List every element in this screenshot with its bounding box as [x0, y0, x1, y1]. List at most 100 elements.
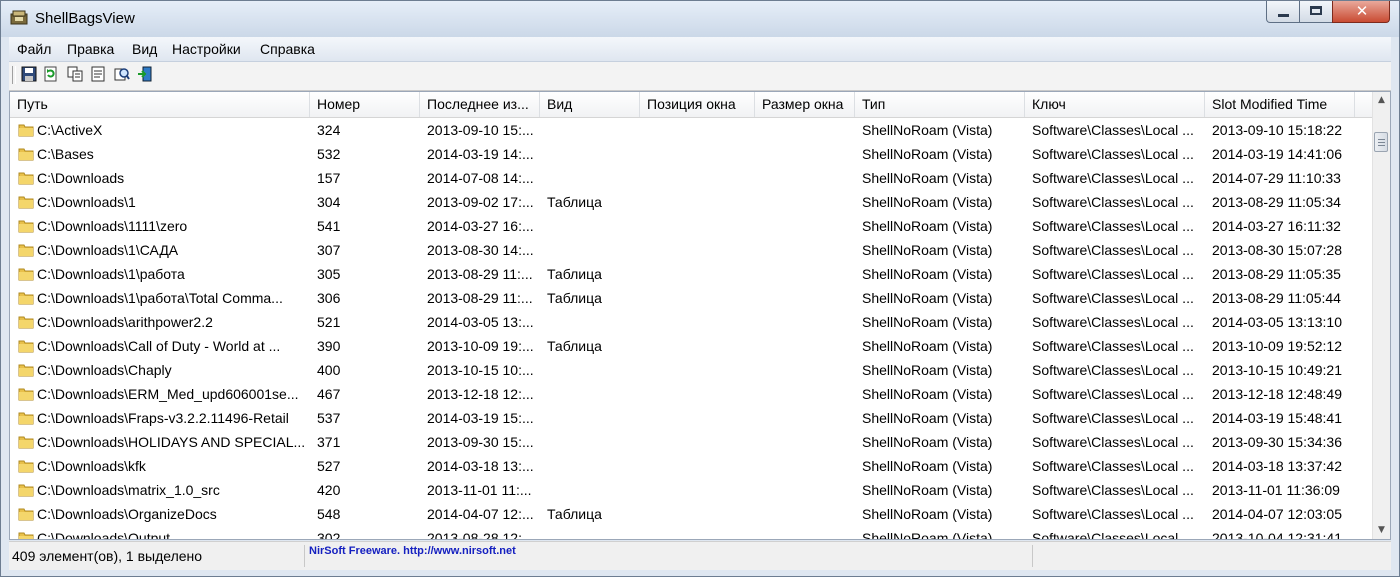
- cell-view: [547, 406, 637, 430]
- scroll-down-icon[interactable]: ▼: [1373, 522, 1390, 539]
- cell-last-modified: 2013-08-29 11:...: [427, 290, 533, 306]
- scroll-thumb[interactable]: [1374, 132, 1388, 152]
- cell-window-size: [762, 526, 852, 539]
- cell-window-position: [647, 214, 752, 238]
- cell-last-modified: 2013-09-30 15:...: [427, 434, 534, 450]
- cell-number: 537: [317, 410, 341, 426]
- window-title: ShellBagsView: [35, 10, 135, 27]
- cell-number: 400: [317, 362, 341, 378]
- title-bar[interactable]: ShellBagsView ✕: [1, 1, 1399, 37]
- save-icon[interactable]: [21, 66, 37, 82]
- column-window-position[interactable]: Позиция окна: [640, 92, 755, 117]
- cell-view: Таблица: [547, 338, 602, 354]
- table-row[interactable]: C:\Downloads\Output 302 2013-08-28 12:... S…: [10, 526, 1375, 539]
- vertical-scrollbar[interactable]: ▲ ▼: [1372, 92, 1390, 539]
- cell-window-position: [647, 166, 752, 190]
- table-row[interactable]: C:\Downloads\kfk 527 2014-03-18 13:... Shel…: [10, 454, 1375, 478]
- cell-number: 467: [317, 386, 341, 402]
- table-row[interactable]: C:\Downloads\Chaply 400 2013-10-15 10:... S…: [10, 358, 1375, 382]
- table-row[interactable]: C:\Downloads\ERM_Med_upd606001se... 467 20…: [10, 382, 1375, 406]
- cell-window-position: [647, 286, 752, 310]
- cell-last-modified: 2014-07-08 14:...: [427, 170, 534, 186]
- table-row[interactable]: C:\Downloads\matrix_1.0_src 420 2013-11-01…: [10, 478, 1375, 502]
- column-path[interactable]: Путь: [10, 92, 310, 117]
- column-slot-modified-time[interactable]: Slot Modified Time: [1205, 92, 1355, 117]
- folder-icon: [18, 460, 34, 473]
- menu-file[interactable]: Файл: [17, 41, 51, 57]
- column-header: Путь Номер Последнее из... Вид Позиция о…: [10, 92, 1375, 118]
- minimize-button[interactable]: [1266, 1, 1300, 23]
- cell-path: C:\Downloads\matrix_1.0_src: [37, 482, 220, 498]
- toolbar: [9, 62, 1391, 91]
- cell-type: ShellNoRoam (Vista): [862, 410, 993, 426]
- cell-key: Software\Classes\Local ...: [1032, 410, 1194, 426]
- cell-type: ShellNoRoam (Vista): [862, 458, 993, 474]
- cell-last-modified: 2013-12-18 12:...: [427, 386, 534, 402]
- scroll-up-icon[interactable]: ▲: [1373, 92, 1390, 109]
- close-button[interactable]: ✕: [1332, 1, 1390, 23]
- folder-icon: [18, 388, 34, 401]
- cell-slot-modified-time: 2014-04-07 12:03:05: [1212, 506, 1342, 522]
- properties-icon[interactable]: [90, 66, 106, 82]
- find-icon[interactable]: [114, 66, 130, 82]
- cell-key: Software\Classes\Local ...: [1032, 242, 1194, 258]
- table-row[interactable]: C:\Downloads\Call of Duty - World at ...…: [10, 334, 1375, 358]
- cell-last-modified: 2013-10-09 19:...: [427, 338, 534, 354]
- cell-view: [547, 142, 637, 166]
- menu-edit[interactable]: Правка: [67, 41, 114, 57]
- table-row[interactable]: C:\Downloads\1\работа 305 2013-08-29 11:..…: [10, 262, 1375, 286]
- cell-last-modified: 2014-03-27 16:...: [427, 218, 534, 234]
- table-row[interactable]: C:\Downloads\Fraps-v3.2.2.11496-Retail 53…: [10, 406, 1375, 430]
- cell-key: Software\Classes\Local ...: [1032, 362, 1194, 378]
- folder-icon: [18, 364, 34, 377]
- cell-type: ShellNoRoam (Vista): [862, 362, 993, 378]
- table-row[interactable]: C:\Downloads\1\САДА 307 2013-08-30 14:... S…: [10, 238, 1375, 262]
- cell-key: Software\Classes\Local ...: [1032, 338, 1194, 354]
- column-window-size[interactable]: Размер окна: [755, 92, 855, 117]
- cell-number: 304: [317, 194, 341, 210]
- refresh-icon[interactable]: [43, 66, 59, 82]
- cell-path: C:\Downloads\1\работа\Total Comma...: [37, 290, 283, 306]
- table-row[interactable]: C:\Downloads\HOLIDAYS AND SPECIAL... 371 2…: [10, 430, 1375, 454]
- cell-slot-modified-time: 2013-08-30 15:07:28: [1212, 242, 1342, 258]
- status-divider: [304, 545, 305, 567]
- menu-view[interactable]: Вид: [132, 41, 157, 57]
- column-view[interactable]: Вид: [540, 92, 640, 117]
- column-type[interactable]: Тип: [855, 92, 1025, 117]
- table-row[interactable]: C:\Bases 532 2014-03-19 14:... ShellNoRoam …: [10, 142, 1375, 166]
- cell-type: ShellNoRoam (Vista): [862, 290, 993, 306]
- folder-icon: [18, 292, 34, 305]
- cell-window-size: [762, 286, 852, 310]
- table-row[interactable]: C:\Downloads 157 2014-07-08 14:... ShellNoR…: [10, 166, 1375, 190]
- cell-last-modified: 2013-08-30 14:...: [427, 242, 534, 258]
- exit-icon[interactable]: [137, 66, 153, 82]
- status-bar: 409 элемент(ов), 1 выделено NirSoft Free…: [9, 541, 1391, 570]
- cell-window-position: [647, 190, 752, 214]
- nirsoft-link[interactable]: NirSoft Freeware. http://www.nirsoft.net: [309, 545, 516, 557]
- cell-window-size: [762, 310, 852, 334]
- cell-window-size: [762, 478, 852, 502]
- menu-help[interactable]: Справка: [260, 41, 315, 57]
- folder-icon: [18, 316, 34, 329]
- table-row[interactable]: C:\Downloads\OrganizeDocs 548 2014-04-07 1…: [10, 502, 1375, 526]
- menu-settings[interactable]: Настройки: [172, 41, 241, 57]
- cell-window-size: [762, 262, 852, 286]
- column-number[interactable]: Номер: [310, 92, 420, 117]
- column-last-modified[interactable]: Последнее из...: [420, 92, 540, 117]
- cell-number: 302: [317, 530, 341, 539]
- cell-number: 390: [317, 338, 341, 354]
- table-row[interactable]: C:\ActiveX 324 2013-09-10 15:... ShellNoRoa…: [10, 118, 1375, 142]
- cell-type: ShellNoRoam (Vista): [862, 338, 993, 354]
- column-key[interactable]: Ключ: [1025, 92, 1205, 117]
- table-row[interactable]: C:\Downloads\1\работа\Total Comma... 306 2…: [10, 286, 1375, 310]
- cell-type: ShellNoRoam (Vista): [862, 194, 993, 210]
- table-row[interactable]: C:\Downloads\1111\zero 541 2014-03-27 16:.…: [10, 214, 1375, 238]
- folder-icon: [18, 436, 34, 449]
- cell-window-size: [762, 118, 852, 142]
- table-row[interactable]: C:\Downloads\1 304 2013-09-02 17:... Таблиц…: [10, 190, 1375, 214]
- copy-icon[interactable]: [67, 66, 83, 82]
- table-row[interactable]: C:\Downloads\arithpower2.2 521 2014-03-05 …: [10, 310, 1375, 334]
- cell-view: [547, 478, 637, 502]
- shellbags-list[interactable]: Путь Номер Последнее из... Вид Позиция о…: [9, 91, 1391, 540]
- maximize-button[interactable]: [1299, 1, 1333, 23]
